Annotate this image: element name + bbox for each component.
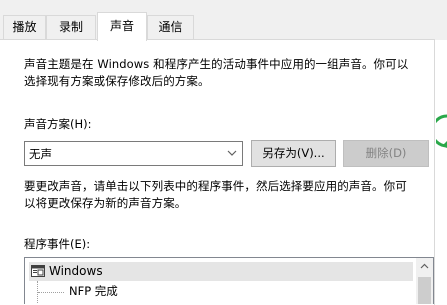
save-as-button[interactable]: 另存为(V)... bbox=[251, 140, 336, 167]
tab-communications[interactable]: 通信 bbox=[147, 15, 194, 39]
sound-scheme-label: 声音方案(H): bbox=[24, 117, 92, 131]
arrow-up-icon[interactable] bbox=[416, 258, 433, 275]
tree-branch bbox=[38, 292, 64, 293]
tab-sounds[interactable]: 声音 bbox=[97, 12, 147, 41]
delete-button[interactable]: 删除(D) bbox=[343, 140, 429, 167]
list-item[interactable]: NFP 完成 bbox=[69, 282, 118, 301]
instructions-line2: 以将更改保存为新的声音方案。 bbox=[24, 196, 187, 210]
chevron-down-icon bbox=[227, 150, 237, 156]
program-events-list[interactable]: Windows NFP 完成 bbox=[24, 257, 434, 304]
category-label: Windows bbox=[49, 264, 103, 278]
scrollbar-thumb[interactable] bbox=[418, 277, 431, 304]
sound-scheme-value: 无声 bbox=[29, 147, 52, 161]
program-events-label: 程序事件(E): bbox=[24, 237, 91, 251]
windows-app-icon bbox=[31, 265, 45, 277]
intro-text-line2: 选择现有方案或保存修改后的方案。 bbox=[24, 74, 210, 88]
green-refresh-icon bbox=[436, 114, 447, 148]
intro-text-line1: 声音主题是在 Windows 和程序产生的活动事件中应用的一组声音。你可以 bbox=[24, 57, 409, 71]
tab-recording[interactable]: 录制 bbox=[46, 15, 96, 39]
vertical-scrollbar[interactable] bbox=[416, 258, 433, 304]
tab-playback[interactable]: 播放 bbox=[3, 15, 46, 39]
instructions-line1: 要更改声音，请单击以下列表中的程序事件，然后选择要应用的声音。你可 bbox=[24, 179, 407, 193]
list-item-category-windows[interactable]: Windows bbox=[29, 262, 413, 281]
sound-scheme-select[interactable]: 无声 bbox=[24, 141, 243, 166]
